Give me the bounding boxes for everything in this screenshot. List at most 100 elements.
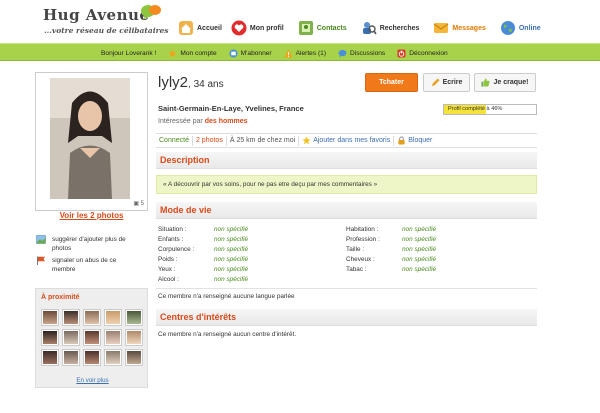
nearby-thumb[interactable] [63, 330, 79, 345]
attr-value: non spécifié [214, 276, 249, 283]
nearby-thumb[interactable] [126, 310, 142, 325]
logo-tagline: ...votre réseau de célibataires [44, 26, 169, 35]
nearby-thumb[interactable] [42, 310, 58, 325]
envelope-icon [434, 23, 449, 33]
nearby-thumb[interactable] [84, 330, 100, 345]
attr-key: Cheveux : [346, 256, 375, 263]
nav-label: Mon profil [249, 24, 284, 32]
nearby-thumb[interactable] [105, 350, 121, 365]
attr-alcool: Alcool : non spécifié [158, 276, 248, 283]
add-favorite-link[interactable]: Ajouter dans mes favoris [299, 135, 395, 146]
attr-key: Habitation : [346, 226, 379, 233]
profile-interest: Intéressée par des hommes [158, 118, 248, 125]
subscribe-icon [229, 48, 238, 58]
nearby-thumb[interactable] [42, 330, 58, 345]
sb-label: Discussions [350, 49, 386, 57]
attr-value: non spécifié [214, 226, 249, 233]
nearby-thumb[interactable] [84, 350, 100, 365]
nav-accueil[interactable]: Accueil [178, 20, 222, 36]
link-mon-compte[interactable]: Mon compte [168, 48, 217, 58]
nav-label: Contacts [316, 24, 347, 32]
attr-value: non spécifié [214, 246, 249, 253]
profile-completion-label: Profil complété à 46% [448, 106, 503, 112]
sb-label: Alertes (1) [295, 49, 327, 57]
pencil-icon [431, 78, 440, 87]
distance: À 25 km de chez moi [227, 135, 300, 146]
report-abuse-link[interactable]: signaler un abus de ce membre [36, 256, 132, 274]
attr-value: non spécifié [402, 266, 437, 273]
profile-photo-frame[interactable]: ▣ 5 [35, 72, 148, 211]
attr-taille: Taille : non spécifié [346, 246, 436, 253]
star-add-icon [302, 136, 311, 145]
nearby-thumbs [42, 310, 146, 365]
see-photos-link[interactable]: Voir les 2 photos [35, 211, 148, 220]
attr-value: non spécifié [214, 236, 249, 243]
attr-value: non spécifié [214, 266, 249, 273]
attr-key: Enfants : [158, 236, 184, 243]
attr-situation: Situation : non spécifié [158, 226, 248, 233]
attr-key: Profession : [346, 236, 380, 243]
nav-label: Recherches [379, 24, 420, 32]
attr-key: Corpulence : [158, 246, 195, 253]
crush-button[interactable]: Je craque! [474, 73, 536, 92]
attr-key: Situation : [158, 226, 187, 233]
globe-icon [500, 21, 515, 35]
attr-value: non spécifié [402, 246, 437, 253]
attr-tabac: Tabac : non spécifié [346, 266, 436, 273]
attr-key: Poids : [158, 256, 178, 263]
nav-messages[interactable]: Messages [433, 20, 486, 36]
profile-completion-bar: Profil complété à 46% [443, 104, 537, 115]
chat-button-label: Tchater [379, 79, 404, 86]
block-link[interactable]: Bloquer [394, 136, 435, 146]
nearby-thumb[interactable] [105, 310, 121, 325]
nearby-thumb[interactable] [105, 330, 121, 345]
chat-button[interactable]: Tchater [365, 73, 418, 92]
logo-bubble-icon [141, 5, 161, 20]
nav-online[interactable]: Online [500, 20, 541, 36]
crush-button-label: Je craque! [493, 79, 529, 86]
attr-cheveux: Cheveux : non spécifié [346, 256, 436, 263]
chat-icon [338, 49, 347, 58]
profile-pseudo: lyly2 [158, 74, 189, 91]
account-bar: Bonjour Loverank ! Mon compte M'abonner … [0, 43, 600, 61]
attr-value: non spécifié [214, 256, 249, 263]
photo-count-value: 5 [140, 201, 144, 207]
link-discussions[interactable]: Discussions [338, 49, 385, 58]
add-favorite-label: Ajouter dans mes favoris [313, 137, 391, 144]
heart-icon [231, 20, 247, 36]
star-icon [168, 48, 177, 57]
attr-key: Alcool : [158, 276, 179, 283]
interest-value: des hommes [204, 118, 248, 125]
nav-contacts[interactable]: Contacts [298, 20, 347, 36]
main-nav: Accueil Mon profil Contacts Recherches M… [178, 19, 555, 37]
nearby-title: À proximité [41, 294, 80, 301]
nearby-thumb[interactable] [126, 350, 142, 365]
nearby-thumb[interactable] [126, 330, 142, 345]
nearby-thumb[interactable] [63, 310, 79, 325]
link-abonner[interactable]: M'abonner [229, 48, 272, 58]
nearby-thumb[interactable] [63, 350, 79, 365]
sb-label: Mon compte [180, 49, 217, 57]
nearby-panel: À proximité En voir plus [35, 288, 148, 388]
logout-icon [397, 48, 406, 58]
suggest-photos-link[interactable]: suggérer d'ajouter plus de photos [36, 235, 132, 253]
see-more-link[interactable]: En voir plus [36, 377, 149, 384]
online-status: Connecté [156, 135, 193, 146]
home-icon [179, 21, 193, 35]
nearby-thumb[interactable] [42, 350, 58, 365]
lifestyle-heading: Mode de vie [156, 202, 537, 219]
logo[interactable]: Hug Avenue ...votre réseau de célibatair… [43, 4, 173, 38]
write-button[interactable]: Ecrire [423, 73, 470, 92]
profile-info-bar: Connecté 2 photos À 25 km de chez moi Aj… [156, 133, 537, 148]
nav-recherches[interactable]: Recherches [361, 20, 420, 36]
attr-key: Yeux : [158, 266, 176, 273]
nearby-thumb[interactable] [84, 310, 100, 325]
profile-photo[interactable] [50, 78, 130, 199]
link-alertes[interactable]: Alertes (1) [284, 48, 327, 58]
interest-prefix: Intéressée par [158, 118, 205, 125]
nav-mon-profil[interactable]: Mon profil [231, 20, 284, 36]
camera-icon: ▣ [133, 201, 141, 207]
link-deconnexion[interactable]: Déconnexion [397, 48, 448, 58]
photos-count-link[interactable]: 2 photos [193, 135, 227, 146]
attr-poids: Poids : non spécifié [158, 256, 248, 263]
